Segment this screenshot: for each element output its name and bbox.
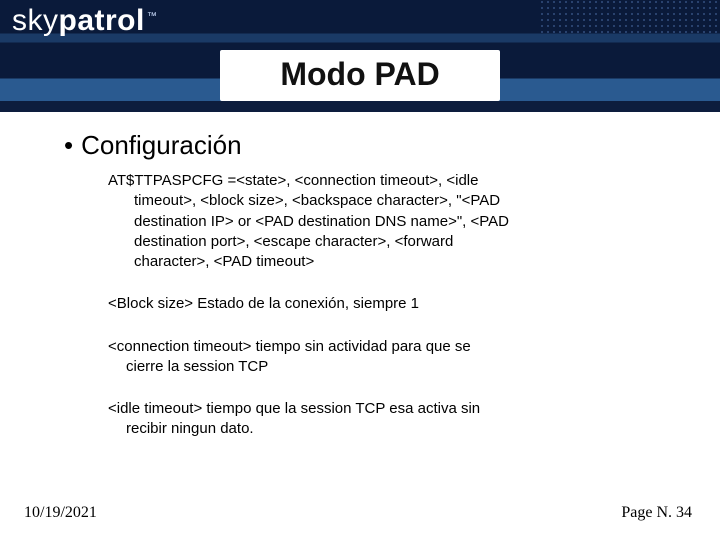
param-line: <Block size> Estado de la conexión, siem…	[108, 294, 648, 314]
cmd-line: destination IP> or <PAD destination DNS …	[108, 212, 656, 232]
slide-content: • Configuración AT$TTPASPCFG =<state>, <…	[0, 112, 720, 440]
slide-title: Modo PAD	[280, 56, 439, 93]
param-block-size: <Block size> Estado de la conexión, siem…	[108, 294, 656, 314]
bullet-row: • Configuración	[64, 130, 656, 161]
header-band: skypatrol™ Modo PAD	[0, 0, 720, 112]
cmd-line: destination port>, <escape character>, <…	[108, 232, 656, 252]
logo-part-patrol: patrol	[59, 4, 145, 37]
footer-page: Page N. 34	[621, 504, 692, 522]
cmd-line: AT$TTPASPCFG =<state>, <connection timeo…	[108, 171, 656, 191]
cmd-line: character>, <PAD timeout>	[108, 252, 656, 272]
cmd-line: timeout>, <block size>, <backspace chara…	[108, 191, 656, 211]
logo-part-sky: sky	[12, 4, 59, 37]
param-line: <connection timeout> tiempo sin activida…	[108, 337, 648, 357]
title-box: Modo PAD	[220, 50, 499, 101]
logo-tm: ™	[147, 11, 158, 22]
bullet-glyph: •	[64, 132, 73, 158]
param-idle-timeout: <idle timeout> tiempo que la session TCP…	[108, 399, 656, 440]
footer-date: 10/19/2021	[24, 504, 97, 522]
param-connection-timeout: <connection timeout> tiempo sin activida…	[108, 337, 656, 378]
bullet-label: Configuración	[81, 130, 241, 161]
param-line: cierre la session TCP	[108, 357, 648, 377]
command-syntax: AT$TTPASPCFG =<state>, <connection timeo…	[108, 171, 656, 272]
param-line: <idle timeout> tiempo que la session TCP…	[108, 399, 648, 419]
footer: 10/19/2021 Page N. 34	[24, 504, 692, 522]
brand-logo: skypatrol™	[12, 4, 157, 38]
param-line: recibir ningun dato.	[108, 419, 648, 439]
title-wrap: Modo PAD	[0, 40, 720, 110]
